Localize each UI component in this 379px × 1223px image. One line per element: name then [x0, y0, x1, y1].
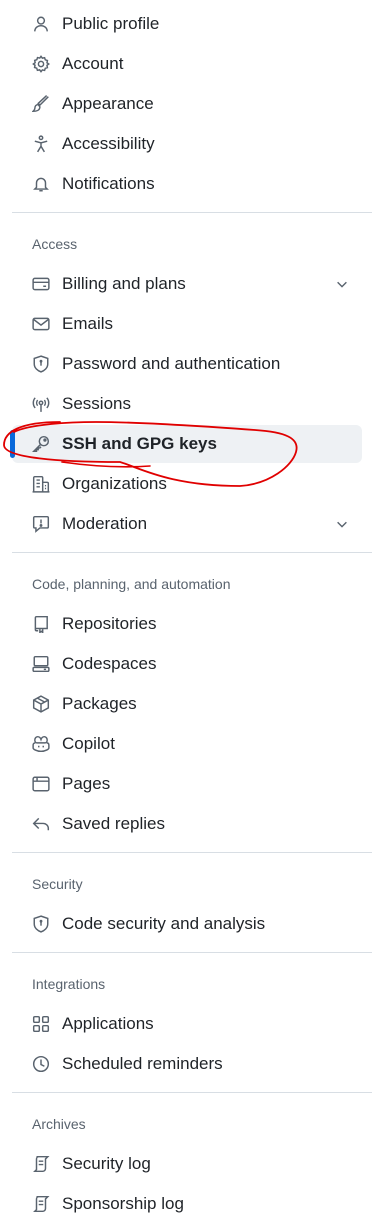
sidebar-item-public-profile[interactable]: Public profile: [12, 5, 362, 43]
paintbrush-icon: [32, 95, 50, 113]
sidebar-item-label: Code security and analysis: [62, 914, 266, 933]
sidebar-item-password-authentication[interactable]: Password and authentication: [12, 345, 362, 383]
sidebar-item-scheduled-reminders[interactable]: Scheduled reminders: [12, 1045, 362, 1083]
package-icon: [32, 695, 50, 713]
sidebar-item-notifications[interactable]: Notifications: [12, 165, 362, 203]
sidebar-item-codespaces[interactable]: Codespaces: [12, 645, 362, 683]
sidebar-item-label: Accessibility: [62, 134, 155, 153]
sidebar-item-code-security[interactable]: Code security and analysis: [12, 905, 362, 943]
sidebar-item-label: Security log: [62, 1154, 151, 1173]
sidebar-item-ssh-gpg-keys[interactable]: SSH and GPG keys: [10, 425, 362, 463]
sidebar-item-emails[interactable]: Emails: [12, 305, 362, 343]
accessibility-icon: [32, 135, 50, 153]
divider: [12, 852, 372, 853]
section-heading-access: Access: [32, 236, 78, 252]
sidebar-item-label: SSH and GPG keys: [62, 434, 217, 453]
bell-icon: [32, 175, 50, 193]
sidebar-item-label: Moderation: [62, 514, 148, 533]
chevron-down-icon[interactable]: [335, 517, 349, 531]
reply-icon: [32, 815, 50, 833]
sidebar-item-security-log[interactable]: Security log: [12, 1145, 362, 1183]
sidebar-item-pages[interactable]: Pages: [12, 765, 362, 803]
copilot-icon: [32, 735, 50, 753]
sidebar-item-copilot[interactable]: Copilot: [12, 725, 362, 763]
broadcast-icon: [32, 395, 50, 413]
apps-icon: [32, 1015, 50, 1033]
sidebar-item-label: Billing and plans: [62, 274, 186, 293]
divider: [12, 552, 372, 553]
sidebar-item-label: Codespaces: [62, 654, 157, 673]
report-icon: [32, 515, 50, 533]
sidebar-item-saved-replies[interactable]: Saved replies: [12, 805, 362, 843]
active-indicator: [10, 430, 15, 458]
sidebar-item-label: Repositories: [62, 614, 157, 633]
person-icon: [32, 15, 50, 33]
sidebar-item-billing[interactable]: Billing and plans: [12, 265, 362, 303]
key-icon: [32, 435, 50, 453]
sidebar-item-label: Packages: [62, 694, 137, 713]
section-heading-integrations: Integrations: [32, 976, 106, 992]
mail-icon: [32, 315, 50, 333]
sidebar-item-label: Notifications: [62, 174, 155, 193]
sidebar-item-appearance[interactable]: Appearance: [12, 85, 362, 123]
repo-icon: [32, 615, 50, 633]
section-heading-archives: Archives: [32, 1116, 86, 1132]
sidebar-item-label: Sessions: [62, 394, 131, 413]
sidebar-item-label: Appearance: [62, 94, 154, 113]
sidebar-item-repositories[interactable]: Repositories: [12, 605, 362, 643]
codespaces-icon: [32, 655, 50, 673]
shield-lock-icon: [32, 915, 50, 933]
log-icon: [32, 1195, 50, 1213]
section-heading-code-planning: Code, planning, and automation: [32, 576, 231, 592]
sidebar-item-account[interactable]: Account: [12, 45, 362, 83]
sidebar-item-label: Emails: [62, 314, 114, 333]
sidebar-item-organizations[interactable]: Organizations: [12, 465, 362, 503]
sidebar-item-label: Sponsorship log: [62, 1194, 184, 1213]
sidebar-item-sponsorship-log[interactable]: Sponsorship log: [12, 1185, 362, 1223]
divider: [12, 212, 372, 213]
sidebar-item-packages[interactable]: Packages: [12, 685, 362, 723]
chevron-down-icon[interactable]: [335, 277, 349, 291]
clock-icon: [32, 1055, 50, 1073]
sidebar-item-label: Applications: [62, 1014, 154, 1033]
sidebar-item-label: Scheduled reminders: [62, 1054, 223, 1073]
divider: [12, 1092, 372, 1093]
sidebar-item-label: Copilot: [62, 734, 115, 753]
divider: [12, 952, 372, 953]
sidebar-item-label: Password and authentication: [62, 354, 281, 373]
sidebar-item-sessions[interactable]: Sessions: [12, 385, 362, 423]
shield-lock-icon: [32, 355, 50, 373]
sidebar-item-accessibility[interactable]: Accessibility: [12, 125, 362, 163]
log-icon: [32, 1155, 50, 1173]
credit-card-icon: [32, 275, 50, 293]
sidebar-item-label: Account: [62, 54, 124, 73]
sidebar-item-label: Organizations: [62, 474, 167, 493]
organization-icon: [32, 475, 50, 493]
sidebar-item-label: Saved replies: [62, 814, 166, 833]
sidebar-item-applications[interactable]: Applications: [12, 1005, 362, 1043]
sidebar-item-label: Public profile: [62, 14, 160, 33]
sidebar-item-label: Pages: [62, 774, 111, 793]
section-heading-security: Security: [32, 876, 83, 892]
browser-icon: [32, 775, 50, 793]
sidebar-item-moderation[interactable]: Moderation: [12, 505, 362, 543]
gear-icon: [32, 55, 50, 73]
